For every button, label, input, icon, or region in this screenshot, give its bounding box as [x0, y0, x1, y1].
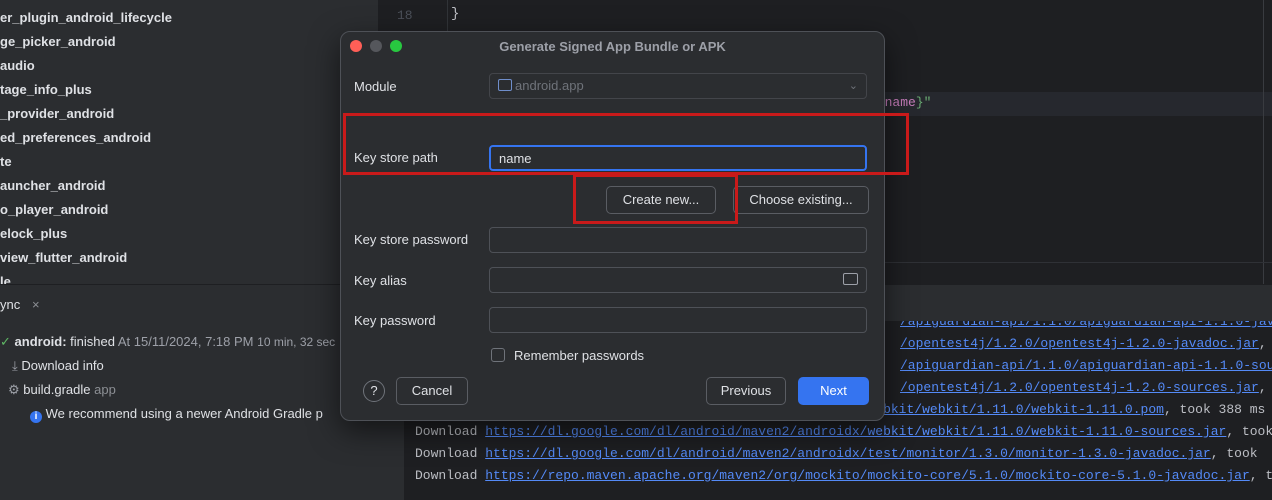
- project-tree-item[interactable]: ed_preferences_android: [0, 126, 151, 150]
- project-tree-item[interactable]: o_player_android: [0, 198, 108, 222]
- keystore-password-input[interactable]: [489, 227, 867, 253]
- folder-icon[interactable]: [843, 273, 858, 285]
- console-suffix: , took: [1226, 424, 1272, 439]
- dialog-titlebar[interactable]: Generate Signed App Bundle or APK: [341, 32, 884, 60]
- console-prefix: Download: [415, 446, 486, 461]
- download-info-label: Download info: [21, 358, 104, 373]
- console-suffix: ,: [1258, 380, 1267, 395]
- project-tree: er_plugin_android_lifecycle ge_picker_and…: [0, 0, 372, 284]
- line-number: 18: [397, 8, 413, 23]
- project-tree-item[interactable]: te: [0, 150, 12, 174]
- gradle-icon: ⚙: [8, 382, 20, 397]
- remember-passwords-checkbox[interactable]: [491, 348, 505, 362]
- build-status-time: At 15/11/2024, 7:18 PM: [117, 334, 254, 349]
- console-line: Download https://repo.maven.apache.org/m…: [415, 465, 1272, 487]
- console-line: Download https://dl.google.com/dl/androi…: [415, 421, 1272, 443]
- next-button[interactable]: Next: [798, 377, 869, 405]
- console-link[interactable]: https://repo.maven.apache.org/maven2/org…: [485, 468, 1250, 483]
- code-closing-brace: }: [451, 6, 460, 22]
- console-suffix: , took: [1249, 468, 1272, 483]
- cancel-button[interactable]: Cancel: [396, 377, 468, 405]
- project-tree-item[interactable]: tage_info_plus: [0, 78, 92, 102]
- help-button[interactable]: ?: [363, 380, 385, 402]
- tab-sync[interactable]: ync: [0, 297, 20, 312]
- build-file-row[interactable]: ⚙ build.gradle app: [8, 382, 116, 398]
- recommend-row[interactable]: i We recommend using a newer Android Gra…: [30, 406, 323, 423]
- console-suffix: , took: [1210, 446, 1258, 461]
- key-password-label: Key password: [354, 313, 436, 328]
- recommend-text: We recommend using a newer Android Gradl…: [45, 406, 323, 421]
- dialog-title: Generate Signed App Bundle or APK: [499, 39, 726, 54]
- console-link[interactable]: /apiguardian-api/1.1.0/apiguardian-api-1…: [900, 358, 1272, 373]
- remember-passwords-label[interactable]: Remember passwords: [514, 348, 644, 363]
- console-link[interactable]: https://dl.google.com/dl/android/maven2/…: [485, 424, 1226, 439]
- project-tree-item[interactable]: audio: [0, 54, 35, 78]
- key-alias-input[interactable]: [489, 267, 867, 293]
- build-status-state: finished: [70, 334, 115, 349]
- info-icon: i: [30, 411, 42, 423]
- console-prefix: Download: [415, 424, 486, 439]
- folder-icon: [498, 79, 512, 91]
- right-margin-guide: [1263, 0, 1264, 284]
- close-icon[interactable]: ×: [32, 297, 40, 312]
- console-suffix: , took 388 ms: [1163, 402, 1266, 417]
- build-file-module: app: [94, 382, 116, 397]
- build-file-name: build.gradle: [23, 382, 91, 397]
- build-status-row[interactable]: ✓ android: finished At 15/11/2024, 7:18 …: [0, 334, 335, 350]
- create-new-button[interactable]: Create new...: [606, 186, 716, 214]
- project-tree-item[interactable]: ge_picker_android: [0, 30, 116, 54]
- key-alias-label: Key alias: [354, 273, 407, 288]
- console-link[interactable]: /opentest4j/1.2.0/opentest4j-1.2.0-javad…: [900, 336, 1259, 351]
- console-line: /opentest4j/1.2.0/opentest4j-1.2.0-sourc…: [900, 377, 1267, 399]
- project-tree-item[interactable]: view_flutter_android: [0, 246, 127, 270]
- console-prefix: Download: [415, 468, 486, 483]
- console-suffix: ,: [1258, 336, 1267, 351]
- keystore-path-label: Key store path: [354, 150, 438, 165]
- chevron-down-icon: ⌄: [848, 80, 858, 92]
- project-tree-item[interactable]: er_plugin_android_lifecycle: [0, 6, 172, 30]
- build-status-duration: 10 min, 32 sec: [257, 335, 336, 349]
- console-link[interactable]: https://dl.google.com/dl/android/maven2/…: [485, 446, 1211, 461]
- console-line: /apiguardian-api/1.1.0/apiguardian-api-1…: [900, 355, 1272, 377]
- keystore-password-label: Key store password: [354, 232, 469, 247]
- console-link[interactable]: /opentest4j/1.2.0/opentest4j-1.2.0-sourc…: [900, 380, 1259, 395]
- build-status-name: android:: [14, 334, 67, 349]
- project-tree-item[interactable]: _provider_android: [0, 102, 114, 126]
- project-tree-item[interactable]: le: [0, 270, 11, 284]
- module-label: Module: [354, 79, 397, 94]
- check-icon: ✓: [0, 334, 11, 349]
- console-line: /apiguardian-api/1.1.0/apiguardian-api-1…: [900, 321, 1272, 333]
- module-value: android.app: [515, 78, 584, 93]
- project-tree-item[interactable]: auncher_android: [0, 174, 105, 198]
- download-info-row[interactable]: ⤓ Download info: [12, 358, 104, 374]
- previous-button[interactable]: Previous: [706, 377, 786, 405]
- project-tree-item[interactable]: elock_plus: [0, 222, 67, 246]
- download-icon: ⤓: [12, 358, 18, 373]
- choose-existing-button[interactable]: Choose existing...: [733, 186, 869, 214]
- code-string-end: }": [915, 95, 932, 110]
- console-link[interactable]: /apiguardian-api/1.1.0/apiguardian-api-1…: [900, 321, 1272, 329]
- generate-signed-bundle-dialog: Generate Signed App Bundle or APK Module…: [340, 31, 885, 421]
- keystore-path-input[interactable]: [489, 145, 867, 171]
- console-line: /opentest4j/1.2.0/opentest4j-1.2.0-javad…: [900, 333, 1267, 355]
- console-line: Download https://dl.google.com/dl/androi…: [415, 443, 1258, 465]
- module-select[interactable]: android.app ⌄: [489, 73, 867, 99]
- key-password-input[interactable]: [489, 307, 867, 333]
